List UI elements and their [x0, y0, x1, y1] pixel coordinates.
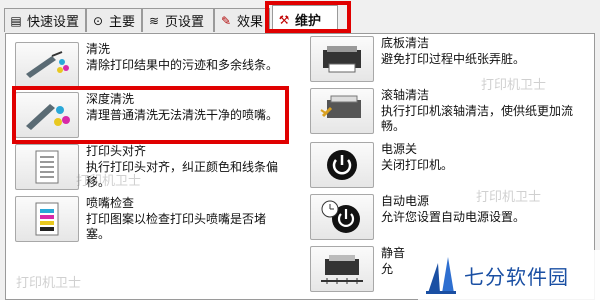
tab-label: 维护 — [295, 14, 322, 29]
power-off-item: 电源关 关闭打印机。 — [310, 142, 453, 188]
quick-setup-icon: ▤ — [10, 13, 22, 28]
quiet-mode-icon — [321, 255, 363, 284]
quiet-mode-button[interactable] — [310, 246, 374, 292]
auto-power-button[interactable] — [310, 194, 374, 240]
tab-main[interactable]: ⊙ 主要 — [86, 8, 142, 32]
tab-effects[interactable]: ✎ 效果 — [214, 8, 270, 32]
bottom-plate-cleaning-button[interactable] — [310, 36, 374, 82]
cleaning-title: 清洗 — [86, 42, 111, 56]
power-off-icon — [327, 150, 357, 180]
roller-cleaning-desc: 执行打印机滚轴清洁，使供纸更加流畅。 — [381, 104, 574, 133]
maintenance-icon: ⚒ — [278, 12, 290, 27]
cleaning-icon — [26, 51, 69, 78]
deep-cleaning-title: 深度清洗 — [86, 92, 135, 106]
roller-cleaning-icon — [320, 95, 361, 118]
deep-cleaning-desc: 清理普通清洗无法清洗干净的喷嘴。 — [86, 108, 279, 122]
print-head-alignment-icon — [35, 150, 59, 184]
roller-cleaning-button[interactable] — [310, 88, 374, 134]
cleaning-button[interactable] — [15, 42, 79, 88]
bottom-plate-cleaning-icon — [323, 46, 361, 73]
tab-page-setup[interactable]: ≋ 页设置 — [142, 8, 214, 32]
nozzle-check-icon — [35, 202, 59, 236]
quiet-mode-desc: 允 — [381, 262, 394, 276]
effects-icon: ✎ — [220, 13, 232, 28]
watermark: 打印机卫士 — [476, 190, 542, 205]
nozzle-check-button[interactable] — [15, 196, 79, 242]
nozzle-check-desc: 打印图案以检查打印头喷嘴是否堵塞。 — [86, 212, 267, 241]
bottom-plate-cleaning-desc: 避免打印过程中纸张弄脏。 — [381, 52, 526, 66]
auto-power-icon — [321, 200, 360, 233]
main-settings-icon: ⊙ — [92, 13, 104, 28]
print-head-alignment-button[interactable] — [15, 144, 79, 190]
power-off-desc: 关闭打印机。 — [381, 158, 454, 172]
tab-maintenance[interactable]: ⚒ 维护 — [272, 5, 338, 33]
deep-cleaning-icon — [26, 104, 70, 130]
cleaning-item: 清洗 清除打印结果中的污迹和多余线条。 — [15, 42, 278, 88]
auto-power-desc: 允许您设置自动电源设置。 — [381, 210, 526, 224]
deep-cleaning-item: 深度清洗 清理普通清洗无法清洗干净的喷嘴。 — [15, 92, 278, 138]
site-logo: 七分软件园 — [418, 250, 600, 300]
logo-text: 七分软件园 — [464, 264, 569, 289]
tab-label: 快速设置 — [27, 15, 80, 30]
roller-cleaning-item: 滚轴清洁 执行打印机滚轴清洁，使供纸更加流畅。 — [310, 88, 591, 134]
logo-mark-icon — [426, 257, 456, 294]
tab-label: 主要 — [109, 15, 136, 30]
watermark: 打印机卫士 — [76, 174, 142, 189]
print-head-alignment-item: 打印头对齐 执行打印头对齐，纠正颜色和线条偏移。 — [15, 144, 286, 190]
bottom-plate-cleaning-title: 底板清洁 — [381, 36, 430, 50]
page-setup-icon: ≋ — [148, 13, 160, 28]
tab-label: 页设置 — [165, 15, 205, 30]
power-off-title: 电源关 — [381, 142, 418, 156]
quiet-mode-item: 静音 允 — [310, 246, 405, 292]
watermark: 打印机卫士 — [481, 78, 547, 93]
nozzle-check-item: 喷嘴检查 打印图案以检查打印头喷嘴是否堵塞。 — [15, 196, 286, 242]
tab-quick-setup[interactable]: ▤ 快速设置 — [4, 8, 86, 32]
tab-bar: ▤ 快速设置 ⊙ 主要 ≋ 页设置 ✎ 效果 ⚒ 维护 — [0, 0, 600, 36]
nozzle-check-title: 喷嘴检查 — [86, 196, 135, 210]
cleaning-desc: 清除打印结果中的污迹和多余线条。 — [86, 58, 279, 72]
deep-cleaning-button[interactable] — [15, 92, 79, 138]
power-off-button[interactable] — [310, 142, 374, 188]
print-head-alignment-title: 打印头对齐 — [86, 144, 147, 158]
watermark: 打印机卫士 — [16, 276, 82, 291]
tab-label: 效果 — [237, 15, 264, 30]
quiet-mode-title: 静音 — [381, 246, 406, 260]
